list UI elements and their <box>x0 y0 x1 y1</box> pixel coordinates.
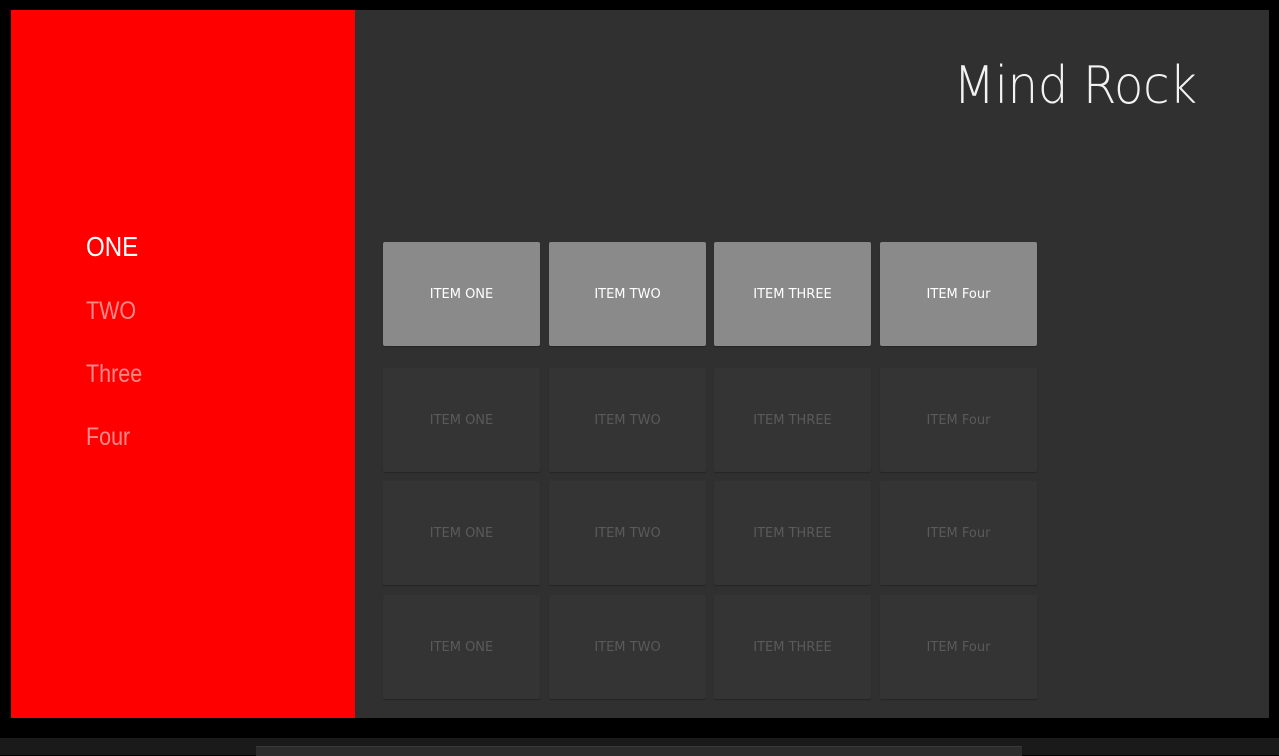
card-row4-item-one[interactable]: ITEM ONE <box>383 595 540 699</box>
sidebar-item-two[interactable]: TWO <box>86 296 136 326</box>
card-row4-item-three[interactable]: ITEM THREE <box>714 595 871 699</box>
sidebar-item-one[interactable]: ONE <box>86 232 138 262</box>
content-grid: ITEM ONE ITEM TWO ITEM THREE ITEM Four I… <box>383 242 1043 702</box>
card-row3-item-three[interactable]: ITEM THREE <box>714 481 871 585</box>
card-row3-item-one[interactable]: ITEM ONE <box>383 481 540 585</box>
card-row2-item-two[interactable]: ITEM TWO <box>549 368 706 472</box>
card-row3-item-two[interactable]: ITEM TWO <box>549 481 706 585</box>
card-row1-item-three[interactable]: ITEM THREE <box>714 242 871 346</box>
card-row4-item-four[interactable]: ITEM Four <box>880 595 1037 699</box>
sidebar: ONE TWO Three Four <box>11 10 355 718</box>
card-row2-item-one[interactable]: ITEM ONE <box>383 368 540 472</box>
app-screen: ONE TWO Three Four Mind Rock ITEM ONE IT… <box>11 10 1269 718</box>
card-row1-item-one[interactable]: ITEM ONE <box>383 242 540 346</box>
card-row4-item-two[interactable]: ITEM TWO <box>549 595 706 699</box>
app-title: Mind Rock <box>953 56 1198 116</box>
card-row2-item-four[interactable]: ITEM Four <box>880 368 1037 472</box>
sidebar-item-three[interactable]: Three <box>86 359 142 389</box>
card-row1-item-four[interactable]: ITEM Four <box>880 242 1037 346</box>
card-row3-item-four[interactable]: ITEM Four <box>880 481 1037 585</box>
sidebar-item-four[interactable]: Four <box>86 422 130 452</box>
card-row1-item-two[interactable]: ITEM TWO <box>549 242 706 346</box>
card-row2-item-three[interactable]: ITEM THREE <box>714 368 871 472</box>
